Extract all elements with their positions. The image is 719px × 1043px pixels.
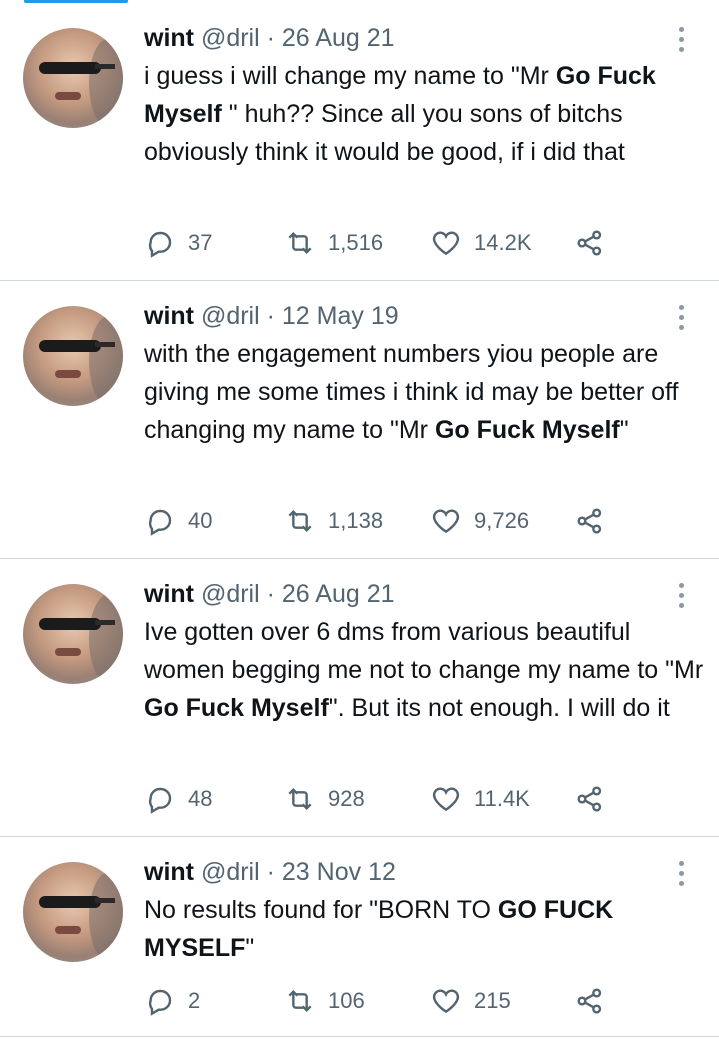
retweet-count: 928 bbox=[328, 786, 365, 811]
reply-icon bbox=[148, 231, 172, 258]
separator: · bbox=[266, 858, 275, 886]
share-icon bbox=[577, 508, 602, 534]
tweet-header: wint @dril · 12 May 19 bbox=[144, 301, 399, 331]
tweet[interactable]: wint @dril · 23 Nov 12 No results found … bbox=[0, 837, 719, 1037]
reply-button[interactable]: 48 bbox=[144, 781, 212, 817]
more-options-icon[interactable] bbox=[672, 859, 692, 889]
tweet[interactable]: wint @dril · 12 May 19 with the engageme… bbox=[0, 281, 719, 559]
tweet-actions: 40 1,138 9,726 bbox=[144, 503, 704, 539]
tweet-date[interactable]: 26 Aug 21 bbox=[282, 580, 395, 608]
tweet-text: Ive gotten over 6 dms from various beaut… bbox=[144, 618, 704, 722]
tweet-header: wint @dril · 26 Aug 21 bbox=[144, 579, 395, 609]
author-name[interactable]: wint bbox=[144, 302, 194, 330]
more-options-icon[interactable] bbox=[672, 581, 692, 611]
retweet-count: 1,138 bbox=[328, 508, 384, 533]
separator: · bbox=[266, 302, 275, 330]
like-count: 14.2K bbox=[474, 230, 532, 255]
reply-count: 48 bbox=[188, 786, 213, 811]
like-count: 11.4K bbox=[474, 786, 530, 811]
reply-count: 37 bbox=[188, 230, 213, 255]
share-button[interactable] bbox=[574, 225, 606, 261]
share-icon bbox=[577, 988, 602, 1014]
tweet-date[interactable]: 26 Aug 21 bbox=[282, 24, 395, 52]
reply-button[interactable]: 40 bbox=[144, 503, 212, 539]
share-button[interactable] bbox=[574, 781, 606, 817]
author-name[interactable]: wint bbox=[144, 24, 194, 52]
tweet-date[interactable]: 23 Nov 12 bbox=[282, 858, 396, 886]
share-button[interactable] bbox=[574, 983, 606, 1019]
like-icon bbox=[432, 509, 460, 534]
author-handle[interactable]: @dril bbox=[201, 858, 260, 886]
tweet-header: wint @dril · 26 Aug 21 bbox=[144, 23, 395, 53]
like-icon bbox=[432, 787, 460, 812]
like-button[interactable]: 14.2K bbox=[430, 225, 532, 261]
author-handle[interactable]: @dril bbox=[201, 302, 260, 330]
like-count: 215 bbox=[474, 988, 511, 1013]
avatar[interactable] bbox=[23, 584, 123, 684]
reply-button[interactable]: 37 bbox=[144, 225, 212, 261]
tweet-date[interactable]: 12 May 19 bbox=[282, 302, 399, 330]
tweet-actions: 2 106 215 bbox=[144, 983, 704, 1019]
like-button[interactable]: 9,726 bbox=[430, 503, 529, 539]
retweet-button[interactable]: 1,516 bbox=[284, 225, 383, 261]
tweet-text: with the engagement numbers yiou people … bbox=[144, 340, 679, 444]
author-handle[interactable]: @dril bbox=[201, 24, 260, 52]
retweet-button[interactable]: 106 bbox=[284, 983, 365, 1019]
retweet-icon bbox=[288, 231, 312, 255]
like-count: 9,726 bbox=[474, 508, 530, 533]
tweet[interactable]: wint @dril · 26 Aug 21 Ive gotten over 6… bbox=[0, 559, 719, 837]
separator: · bbox=[266, 580, 275, 608]
reply-icon bbox=[148, 787, 172, 814]
avatar[interactable] bbox=[23, 306, 123, 406]
retweet-button[interactable]: 928 bbox=[284, 781, 365, 817]
retweet-count: 106 bbox=[328, 988, 365, 1013]
retweet-icon bbox=[288, 509, 312, 533]
author-handle[interactable]: @dril bbox=[201, 580, 260, 608]
reply-icon bbox=[148, 509, 172, 536]
tweet-header: wint @dril · 23 Nov 12 bbox=[144, 857, 396, 887]
like-button[interactable]: 215 bbox=[430, 983, 511, 1019]
reply-count: 2 bbox=[188, 988, 201, 1013]
reply-icon bbox=[148, 989, 172, 1016]
tweet-text: i guess i will change my name to "Mr Go … bbox=[144, 62, 656, 166]
avatar[interactable] bbox=[23, 28, 123, 128]
retweet-button[interactable]: 1,138 bbox=[284, 503, 383, 539]
author-name[interactable]: wint bbox=[144, 580, 194, 608]
more-options-icon[interactable] bbox=[672, 303, 692, 333]
more-options-icon[interactable] bbox=[672, 25, 692, 55]
share-icon bbox=[577, 786, 602, 812]
tweet-actions: 48 928 11.4K bbox=[144, 781, 704, 817]
like-button[interactable]: 11.4K bbox=[430, 781, 530, 817]
author-name[interactable]: wint bbox=[144, 858, 194, 886]
retweet-icon bbox=[288, 787, 312, 811]
tweet[interactable]: wint @dril · 26 Aug 21 i guess i will ch… bbox=[0, 3, 719, 281]
tweet-actions: 37 1,516 14.2K bbox=[144, 225, 704, 261]
reply-button[interactable]: 2 bbox=[144, 983, 200, 1019]
reply-count: 40 bbox=[188, 508, 213, 533]
retweet-icon bbox=[288, 989, 312, 1013]
share-icon bbox=[577, 230, 602, 256]
like-icon bbox=[432, 231, 460, 256]
tweet-text: No results found for "BORN TO GO FUCK MY… bbox=[144, 896, 614, 962]
retweet-count: 1,516 bbox=[328, 230, 384, 255]
separator: · bbox=[266, 24, 275, 52]
share-button[interactable] bbox=[574, 503, 606, 539]
avatar[interactable] bbox=[23, 862, 123, 962]
like-icon bbox=[432, 989, 460, 1014]
